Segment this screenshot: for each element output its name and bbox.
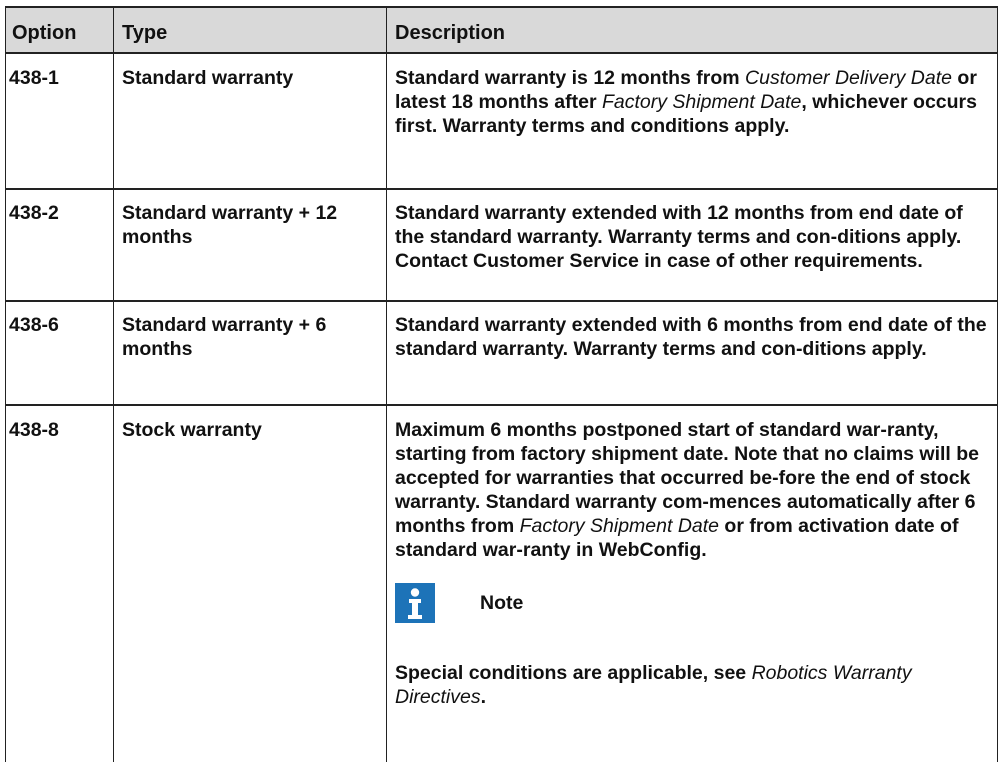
row-type: Standard warranty	[122, 67, 294, 89]
column-divider	[386, 6, 387, 762]
row-description: Maximum 6 months postponed start of stan…	[395, 419, 980, 561]
table-top-border	[5, 6, 998, 8]
row-divider	[5, 404, 998, 406]
row-type: Stock warranty	[122, 419, 262, 441]
row-option: 438-8	[9, 419, 59, 441]
column-divider	[113, 6, 114, 762]
header-type: Type	[122, 22, 168, 44]
header-option: Option	[12, 22, 77, 44]
row-type: Standard warranty + 12 months	[122, 202, 338, 248]
row-option: 438-2	[9, 202, 59, 224]
row-divider	[5, 300, 998, 302]
row-divider	[5, 188, 998, 190]
table-left-border	[5, 6, 6, 762]
row-option: 438-1	[9, 67, 59, 89]
row-description: Standard warranty extended with 6 months…	[395, 314, 987, 360]
header-divider	[5, 52, 998, 54]
row-option: 438-6	[9, 314, 59, 336]
note-title: Note	[480, 592, 524, 614]
row-description: Standard warranty is 12 months from Cust…	[395, 67, 977, 137]
table-right-border	[997, 6, 998, 762]
info-icon	[395, 583, 435, 623]
header-description: Description	[395, 22, 506, 44]
note-text: Special conditions are applicable, see R…	[395, 662, 912, 708]
row-type: Standard warranty + 6 months	[122, 314, 327, 360]
row-description: Standard warranty extended with 12 month…	[395, 202, 963, 272]
